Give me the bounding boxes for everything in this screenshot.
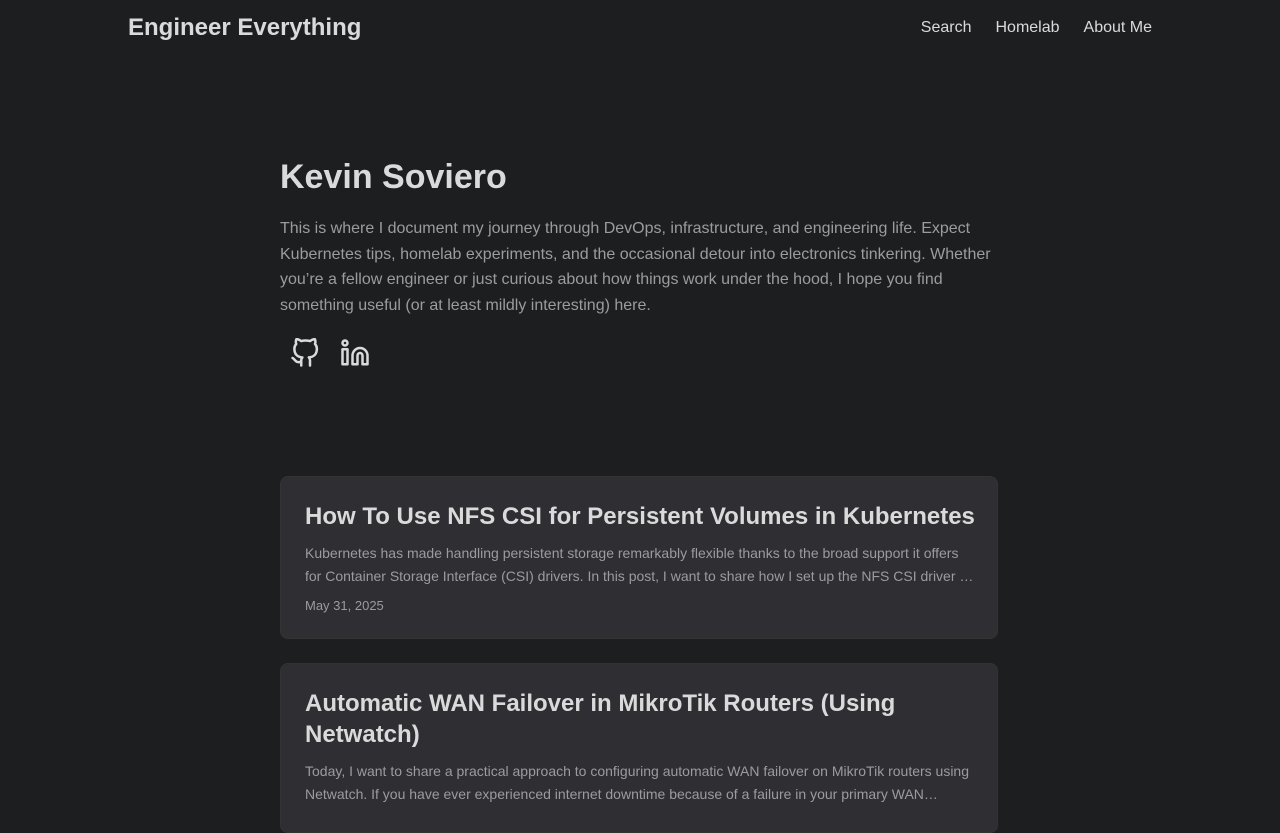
site-logo[interactable]: Engineer Everything [128, 14, 361, 42]
post-summary: Today, I want to share a practical appro… [305, 763, 970, 802]
nav-about-me-link[interactable]: About Me [1084, 19, 1152, 37]
post-card-body: Automatic WAN Failover in MikroTik Route… [305, 664, 977, 806]
nav-search-link[interactable]: Search [921, 19, 972, 37]
post-title: How To Use NFS CSI for Persistent Volume… [305, 503, 975, 530]
github-link[interactable] [280, 338, 330, 368]
post-title: Automatic WAN Failover in MikroTik Route… [305, 690, 896, 748]
post-card-body: How To Use NFS CSI for Persistent Volume… [305, 477, 977, 613]
profile-description: This is where I document my journey thro… [280, 220, 991, 314]
post-summary: Kubernetes has made handling persistent … [305, 545, 974, 584]
social-icons [280, 338, 380, 368]
main-nav: Search Homelab About Me [921, 19, 1152, 37]
post-card[interactable]: How To Use NFS CSI for Persistent Volume… [280, 476, 998, 639]
post-card[interactable]: Automatic WAN Failover in MikroTik Route… [280, 663, 998, 833]
profile-title: Kevin Soviero [280, 158, 507, 196]
github-icon [291, 338, 319, 367]
linkedin-link[interactable] [330, 338, 380, 368]
site-header: Engineer Everything Search Homelab About… [0, 0, 1280, 60]
nav-homelab-link[interactable]: Homelab [995, 19, 1059, 37]
post-date: May 31, 2025 [305, 598, 384, 613]
linkedin-icon [341, 339, 369, 366]
